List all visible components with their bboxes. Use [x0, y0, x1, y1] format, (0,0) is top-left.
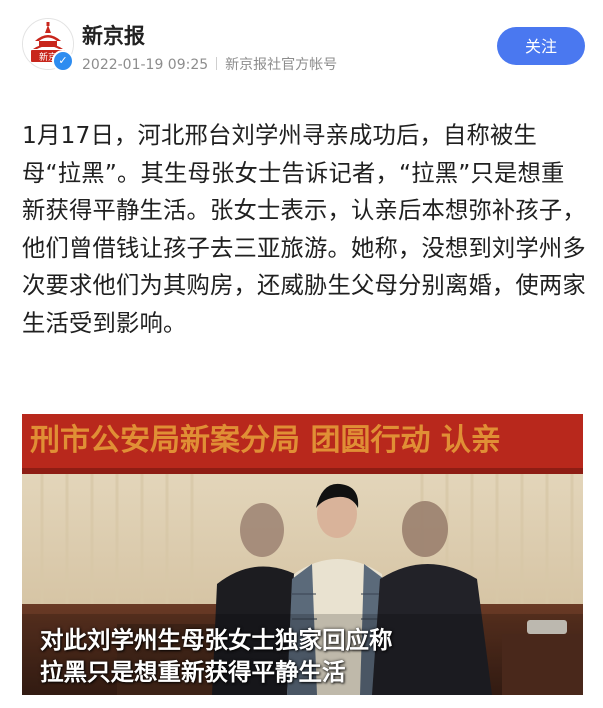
meta-divider [216, 57, 218, 70]
post-header: 新京 ✓ 新京报 2022-01-19 09:25 新京报社官方帐号 关注 [0, 0, 603, 90]
post-meta: 2022-01-19 09:25 新京报社官方帐号 [82, 54, 337, 74]
follow-button[interactable]: 关注 [497, 27, 585, 65]
account-type: 新京报社官方帐号 [225, 57, 338, 73]
post-date: 2022-01-19 09:25 [82, 57, 209, 73]
article-body: 1月17日，河北邢台刘学州寻亲成功后，自称被生母“拉黑”。其生母张女士告诉记者，… [22, 122, 586, 337]
photo-caption: 对此刘学州生母张女士独家回应称 拉黑只是想重新获得平静生活 [40, 624, 393, 688]
caption-line-2: 拉黑只是想重新获得平静生活 [40, 658, 346, 686]
caption-line-1: 对此刘学州生母张女士独家回应称 [40, 626, 393, 654]
account-name[interactable]: 新京报 [82, 20, 145, 50]
verified-badge-icon: ✓ [52, 50, 74, 72]
svg-text:刑市公安局新案分局 团圆行动 认亲: 刑市公安局新案分局 团圆行动 认亲 [30, 423, 501, 458]
